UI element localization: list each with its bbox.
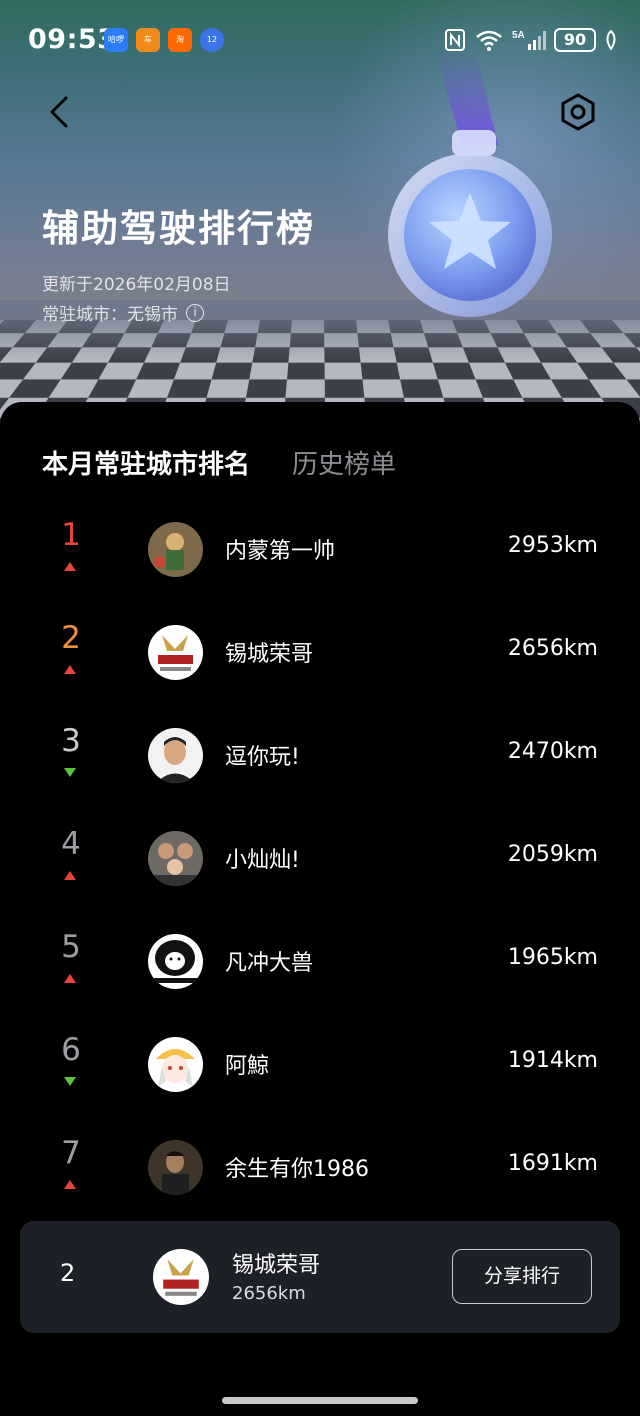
distance: 2656km (507, 636, 598, 661)
trend-up-icon (64, 1180, 76, 1189)
tab-bar: 本月常驻城市排名 历史榜单 (42, 444, 396, 481)
user-name: 小灿灿! (225, 848, 300, 873)
avatar (148, 522, 203, 577)
hello-app-icon: 哈啰 (104, 28, 128, 52)
rank-number: 1 (61, 517, 81, 553)
battery-indicator: 90 (554, 28, 596, 52)
avatar (148, 1140, 203, 1195)
distance: 1691km (507, 1151, 598, 1176)
trend-up-icon (64, 665, 76, 674)
ranking-row[interactable]: 1 内蒙第一帅 2953km (0, 497, 640, 600)
info-icon[interactable]: i (186, 303, 204, 322)
my-distance: 2656km (232, 1283, 306, 1304)
distance: 1965km (507, 945, 598, 970)
resident-city: 常驻城市：无锡市 i (42, 300, 204, 325)
user-name: 锡城荣哥 (225, 642, 314, 667)
taobao-app-icon: 淘 (168, 28, 192, 52)
distance: 2059km (507, 842, 598, 867)
medal-illustration (388, 50, 552, 317)
rank-number: 7 (61, 1135, 81, 1171)
avatar (148, 831, 203, 886)
status-indicators: 5A 90 (444, 26, 618, 54)
my-rank-card: 2 锡城荣哥 2656km 分享排行 (20, 1221, 620, 1333)
my-name: 锡城荣哥 (232, 1253, 321, 1278)
my-avatar (153, 1249, 209, 1305)
user-name: 逗你玩! (225, 745, 300, 770)
signal-icon: 5A (512, 30, 546, 50)
city-label: 常驻城市：无锡市 (42, 305, 178, 325)
rank-number: 3 (61, 723, 81, 759)
rank-number: 6 (61, 1032, 81, 1068)
settings-button[interactable] (558, 92, 598, 132)
trend-up-icon (64, 871, 76, 880)
rank-number: 4 (61, 826, 81, 862)
ranking-row[interactable]: 7 余生有你1986 1691km (0, 1115, 640, 1218)
rank-number: 2 (61, 620, 81, 656)
update-date: 更新于2026年02月08日 (42, 275, 231, 295)
ranking-list: 1 内蒙第一帅 2953km 2 锡城荣哥 2656km 3 逗你玩! 2470… (0, 497, 640, 1218)
distance: 2953km (507, 533, 598, 558)
user-name: 凡冲大兽 (225, 951, 314, 976)
ranking-row[interactable]: 4 小灿灿! 2059km (0, 806, 640, 909)
rank-number: 5 (61, 929, 81, 965)
finance-app-icon: 12 (200, 28, 224, 52)
trend-down-icon (64, 768, 76, 777)
user-name: 阿鯨 (225, 1054, 270, 1079)
share-ranking-button[interactable]: 分享排行 (452, 1249, 592, 1304)
tab-monthly-city-ranking[interactable]: 本月常驻城市排名 (42, 444, 250, 481)
trend-up-icon (64, 562, 76, 571)
chevron-left-icon (50, 96, 68, 128)
user-name: 余生有你1986 (225, 1157, 369, 1182)
status-bar: 09:53 哈啰 车 淘 12 5A 90 (0, 0, 640, 80)
leaf-icon (606, 30, 616, 50)
avatar (148, 625, 203, 680)
page-title: 辅助驾驶排行榜 (42, 207, 315, 250)
my-rank-number: 2 (60, 1259, 76, 1287)
user-name: 内蒙第一帅 (225, 539, 336, 564)
news-app-icon: 车 (136, 28, 160, 52)
distance: 1914km (507, 1048, 598, 1073)
ranking-row[interactable]: 6 阿鯨 1914km (0, 1012, 640, 1115)
back-button[interactable] (40, 92, 80, 132)
trend-up-icon (64, 974, 76, 983)
avatar (148, 934, 203, 989)
ranking-row[interactable]: 3 逗你玩! 2470km (0, 703, 640, 806)
svg-text:5A: 5A (512, 30, 525, 41)
avatar (148, 1037, 203, 1092)
home-indicator[interactable] (222, 1397, 418, 1404)
avatar (148, 728, 203, 783)
distance: 2470km (507, 739, 598, 764)
tab-history[interactable]: 历史榜单 (292, 444, 396, 481)
hexagon-settings-icon (561, 93, 595, 131)
ranking-row[interactable]: 5 凡冲大兽 1965km (0, 909, 640, 1012)
ranking-row[interactable]: 2 锡城荣哥 2656km (0, 600, 640, 703)
trend-down-icon (64, 1077, 76, 1086)
nfc-icon (445, 29, 465, 51)
hero-banner: 09:53 哈啰 车 淘 12 5A 90 辅助驾驶排行榜 更新于2026年02… (0, 0, 640, 430)
wifi-icon (476, 30, 502, 51)
